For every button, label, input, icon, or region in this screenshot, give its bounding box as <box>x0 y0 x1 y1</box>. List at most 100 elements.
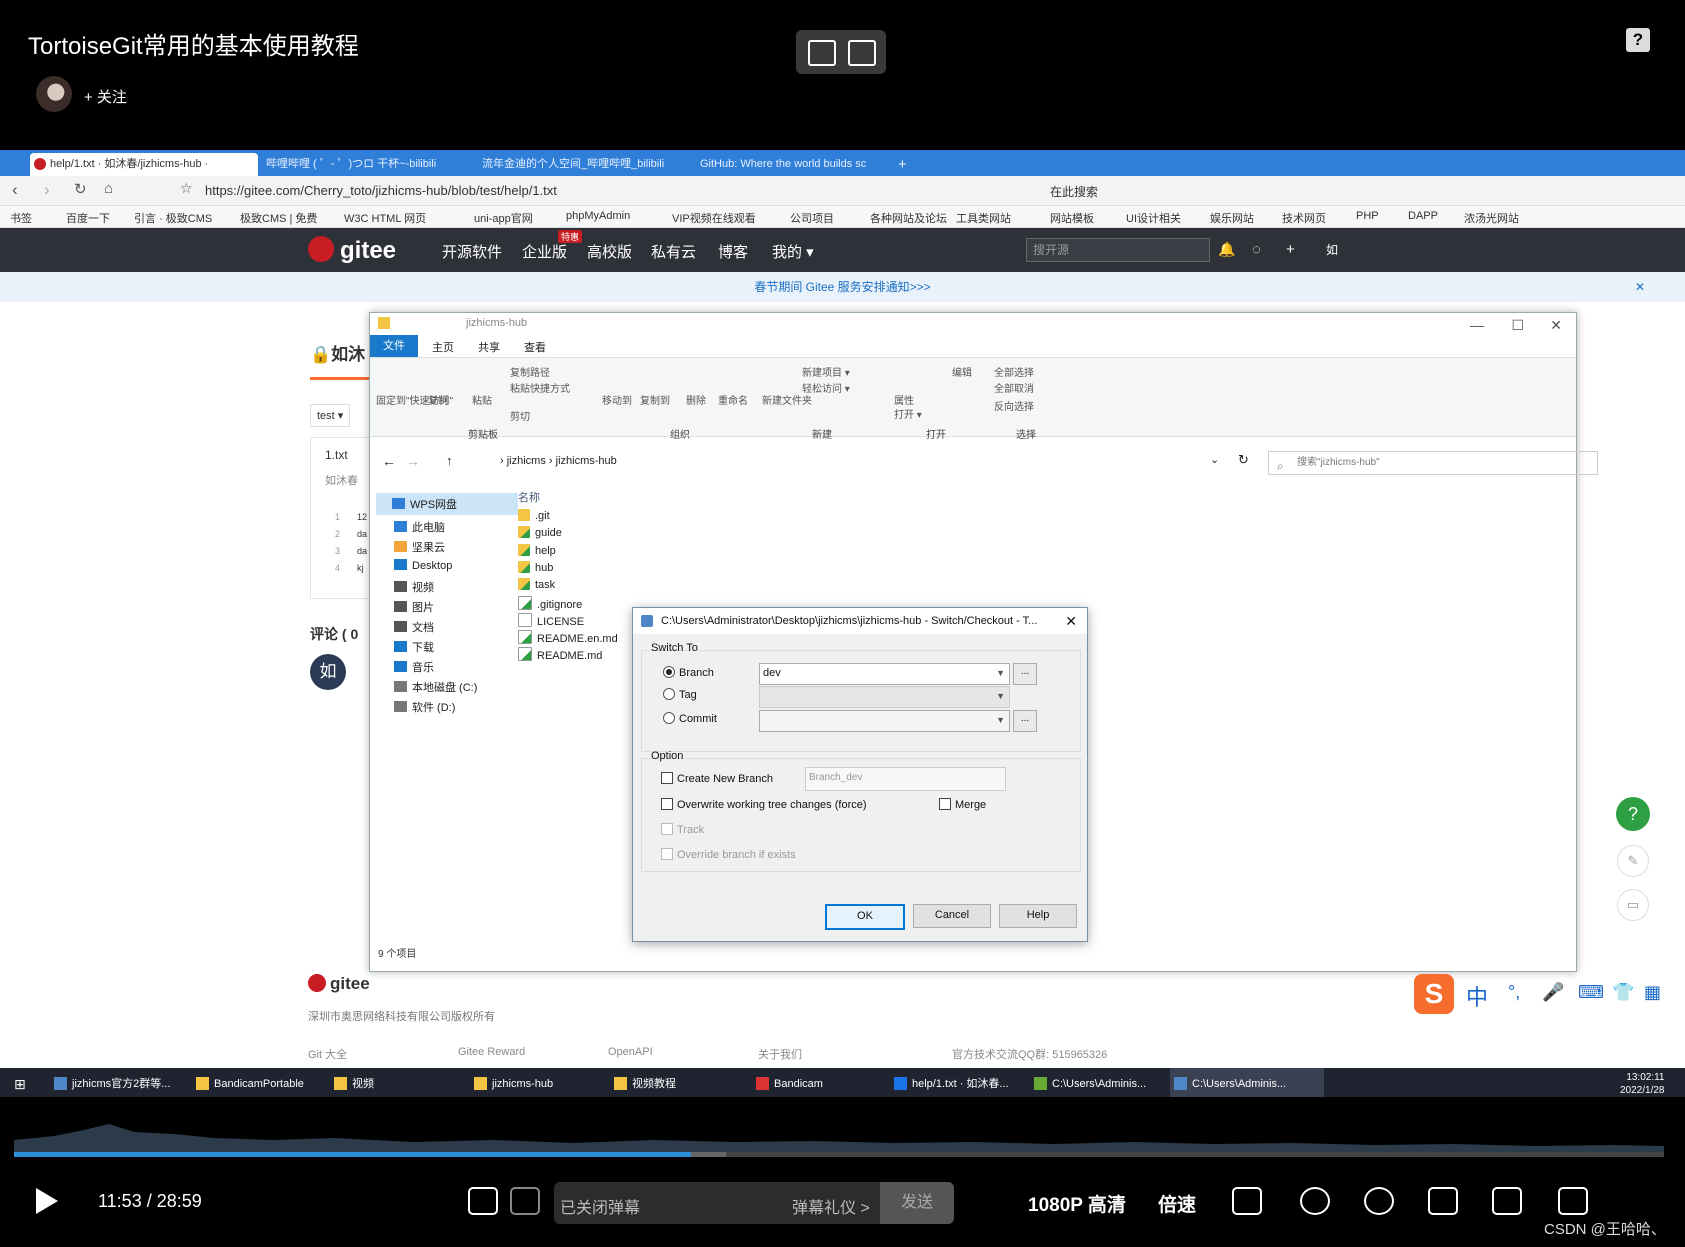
taskbar-item[interactable]: jizhicms官方2群等... <box>50 1068 204 1097</box>
gitee-search-input[interactable]: 搜开源 <box>1026 238 1210 262</box>
explorer-search-input[interactable]: ⌕ 搜索"jizhicms-hub" <box>1268 451 1598 475</box>
cast-icon[interactable] <box>848 40 876 66</box>
breadcrumb[interactable]: › jizhicms › jizhicms-hub <box>500 455 617 467</box>
branch-selector[interactable]: test ▾ <box>310 404 351 427</box>
ribbon-item[interactable]: 复制 <box>428 392 448 407</box>
toolbox-icon[interactable]: ▦ <box>1644 982 1661 1003</box>
mic-icon[interactable]: 🎤 <box>1542 982 1564 1003</box>
nav-mine[interactable]: 我的 ▾ <box>772 241 814 262</box>
footer-logo[interactable]: gitee <box>308 974 370 994</box>
crumb-hub[interactable]: jizhicms-hub <box>556 455 617 467</box>
bookmark-item[interactable]: 网站模板 <box>1050 210 1094 226</box>
create-branch-checkbox[interactable]: Create New Branch <box>661 772 773 785</box>
notice-banner[interactable]: 春节期间 Gitee 服务安排通知>>> ✕ <box>0 272 1685 302</box>
commit-browse-button[interactable]: ... <box>1013 710 1037 732</box>
url-field[interactable]: https://gitee.com/Cherry_toto/jizhicms-h… <box>205 183 557 198</box>
help-float-button[interactable]: ? <box>1616 797 1650 831</box>
danmaku-input[interactable]: 已关闭弹幕 弹幕礼仪 > 发送 <box>554 1182 954 1224</box>
ribbon-item[interactable]: 复制到 <box>640 392 670 407</box>
file-item[interactable]: LICENSE <box>518 612 584 628</box>
danmaku-etiquette-link[interactable]: 弹幕礼仪 > <box>792 1194 870 1218</box>
file-item[interactable]: task <box>518 578 555 591</box>
ribbon-item[interactable]: 重命名 <box>718 392 748 407</box>
danmaku-toggle-icon[interactable] <box>468 1187 498 1215</box>
taskbar-item[interactable]: C:\Users\Adminis... <box>1170 1068 1324 1097</box>
new-branch-name-input[interactable]: Branch_dev <box>805 767 1006 791</box>
bookmark-item[interactable]: PHP <box>1356 210 1379 222</box>
nav-enterprise[interactable]: 企业版 <box>522 241 567 262</box>
ribbon-item[interactable]: 粘贴 <box>472 392 492 407</box>
file-item[interactable]: .gitignore <box>518 595 582 611</box>
sidebar-item[interactable]: 下载 <box>394 639 434 655</box>
taskbar-item[interactable]: C:\Users\Adminis... <box>1030 1068 1184 1097</box>
bookmark-item[interactable]: W3C HTML 网页 <box>344 210 426 226</box>
nav-edu[interactable]: 高校版 <box>587 241 632 262</box>
commit-radio[interactable]: Commit <box>663 712 717 725</box>
forward-icon[interactable]: → <box>406 453 420 469</box>
ribbon-item[interactable]: 编辑 <box>952 364 972 379</box>
volume-icon[interactable] <box>1300 1187 1330 1215</box>
footer-link[interactable]: Gitee Reward <box>458 1046 525 1058</box>
bookmark-item[interactable]: DAPP <box>1408 210 1438 222</box>
bell-icon[interactable]: 🔔 <box>1218 241 1235 258</box>
sidebar-item[interactable]: 音乐 <box>394 659 434 675</box>
ribbon-item[interactable]: 粘贴快捷方式 <box>510 380 570 395</box>
browser-tab[interactable]: help/1.txt · 如沐春/jizhicms-hub · <box>30 153 258 176</box>
edit-icon[interactable]: ✎ <box>1617 845 1649 877</box>
footer-link[interactable]: 关于我们 <box>758 1046 802 1062</box>
chevron-down-icon[interactable]: ⌄ <box>1210 453 1219 466</box>
system-clock[interactable]: 13:02:11 2022/1/28 <box>1620 1071 1665 1097</box>
sidebar-item[interactable]: 视频 <box>394 579 434 595</box>
widescreen-icon[interactable] <box>1492 1187 1522 1215</box>
close-icon[interactable]: ✕ <box>1065 608 1077 634</box>
back-icon[interactable]: ‹ <box>12 180 18 200</box>
file-item[interactable]: README.en.md <box>518 630 618 645</box>
sidebar-item[interactable]: 文档 <box>394 619 434 635</box>
close-icon[interactable]: ✕ <box>1635 272 1645 302</box>
tab-share[interactable]: 共享 <box>478 339 500 355</box>
quality-button[interactable]: 1080P 高清 <box>1028 1190 1126 1217</box>
browser-tab[interactable]: GitHub: Where the world builds sc <box>680 153 900 176</box>
commit-input[interactable]: ▼ <box>759 710 1010 732</box>
ribbon-item[interactable]: 移动到 <box>602 392 632 407</box>
pip-icon[interactable] <box>1428 1187 1458 1215</box>
gitee-logo[interactable]: gitee <box>308 236 396 265</box>
forward-icon[interactable]: › <box>44 180 50 200</box>
ribbon-item[interactable]: 复制路径 <box>510 364 550 379</box>
punct-icon[interactable]: °, <box>1508 982 1520 1003</box>
file-item[interactable]: guide <box>518 526 562 539</box>
sidebar-item[interactable]: 本地磁盘 (C:) <box>394 679 477 695</box>
browser-search[interactable]: 在此搜索 <box>1050 183 1098 200</box>
taskbar-item[interactable]: BandicamPortable <box>192 1068 346 1097</box>
home-icon[interactable]: ⌂ <box>104 180 113 197</box>
taskbar-item[interactable]: Bandicam <box>752 1068 906 1097</box>
taskbar-item[interactable]: jizhicms-hub <box>470 1068 624 1097</box>
follow-button[interactable]: + 关注 <box>84 86 127 107</box>
crumb-jizhicms[interactable]: jizhicms <box>507 455 546 467</box>
bookmark-item[interactable]: UI设计相关 <box>1126 210 1181 226</box>
browser-tab[interactable]: 哔哩哔哩 ( ゜- ゜)つロ 干杯~-bilibili <box>246 153 466 176</box>
windows-start-icon[interactable]: ⊞ <box>14 1076 26 1093</box>
sogou-logo[interactable]: S <box>1414 974 1454 1014</box>
danmaku-settings-icon[interactable] <box>510 1187 540 1215</box>
tag-radio[interactable]: Tag <box>663 688 697 701</box>
file-item[interactable]: hub <box>518 560 553 574</box>
ribbon-item[interactable]: 删除 <box>686 392 706 407</box>
ribbon-item[interactable]: 打开 ▾ <box>894 406 922 421</box>
track-checkbox[interactable]: Track <box>661 823 704 836</box>
sidebar-item[interactable]: 图片 <box>394 599 434 615</box>
taskbar-item[interactable]: 视频教程 <box>610 1068 764 1097</box>
fullscreen-icon[interactable] <box>1622 1187 1652 1215</box>
settings-icon[interactable] <box>1364 1187 1394 1215</box>
sidebar-item[interactable]: WPS网盘 <box>376 493 518 515</box>
sidebar-item[interactable]: Desktop <box>394 559 452 572</box>
bookmark-item[interactable]: VIP视频在线观看 <box>672 210 756 226</box>
footer-link[interactable]: Git 大全 <box>308 1046 347 1062</box>
back-icon[interactable]: ← <box>382 453 396 469</box>
star-icon[interactable]: ☆ <box>180 180 193 197</box>
file-item[interactable]: .git <box>518 509 550 522</box>
help-icon[interactable]: ? <box>1626 28 1650 52</box>
bookmark-item[interactable]: 极致CMS | 免费 <box>240 210 317 226</box>
ribbon-item[interactable]: 新建项目 ▾ <box>802 364 850 379</box>
taskbar-item[interactable]: 视频 <box>330 1068 484 1097</box>
